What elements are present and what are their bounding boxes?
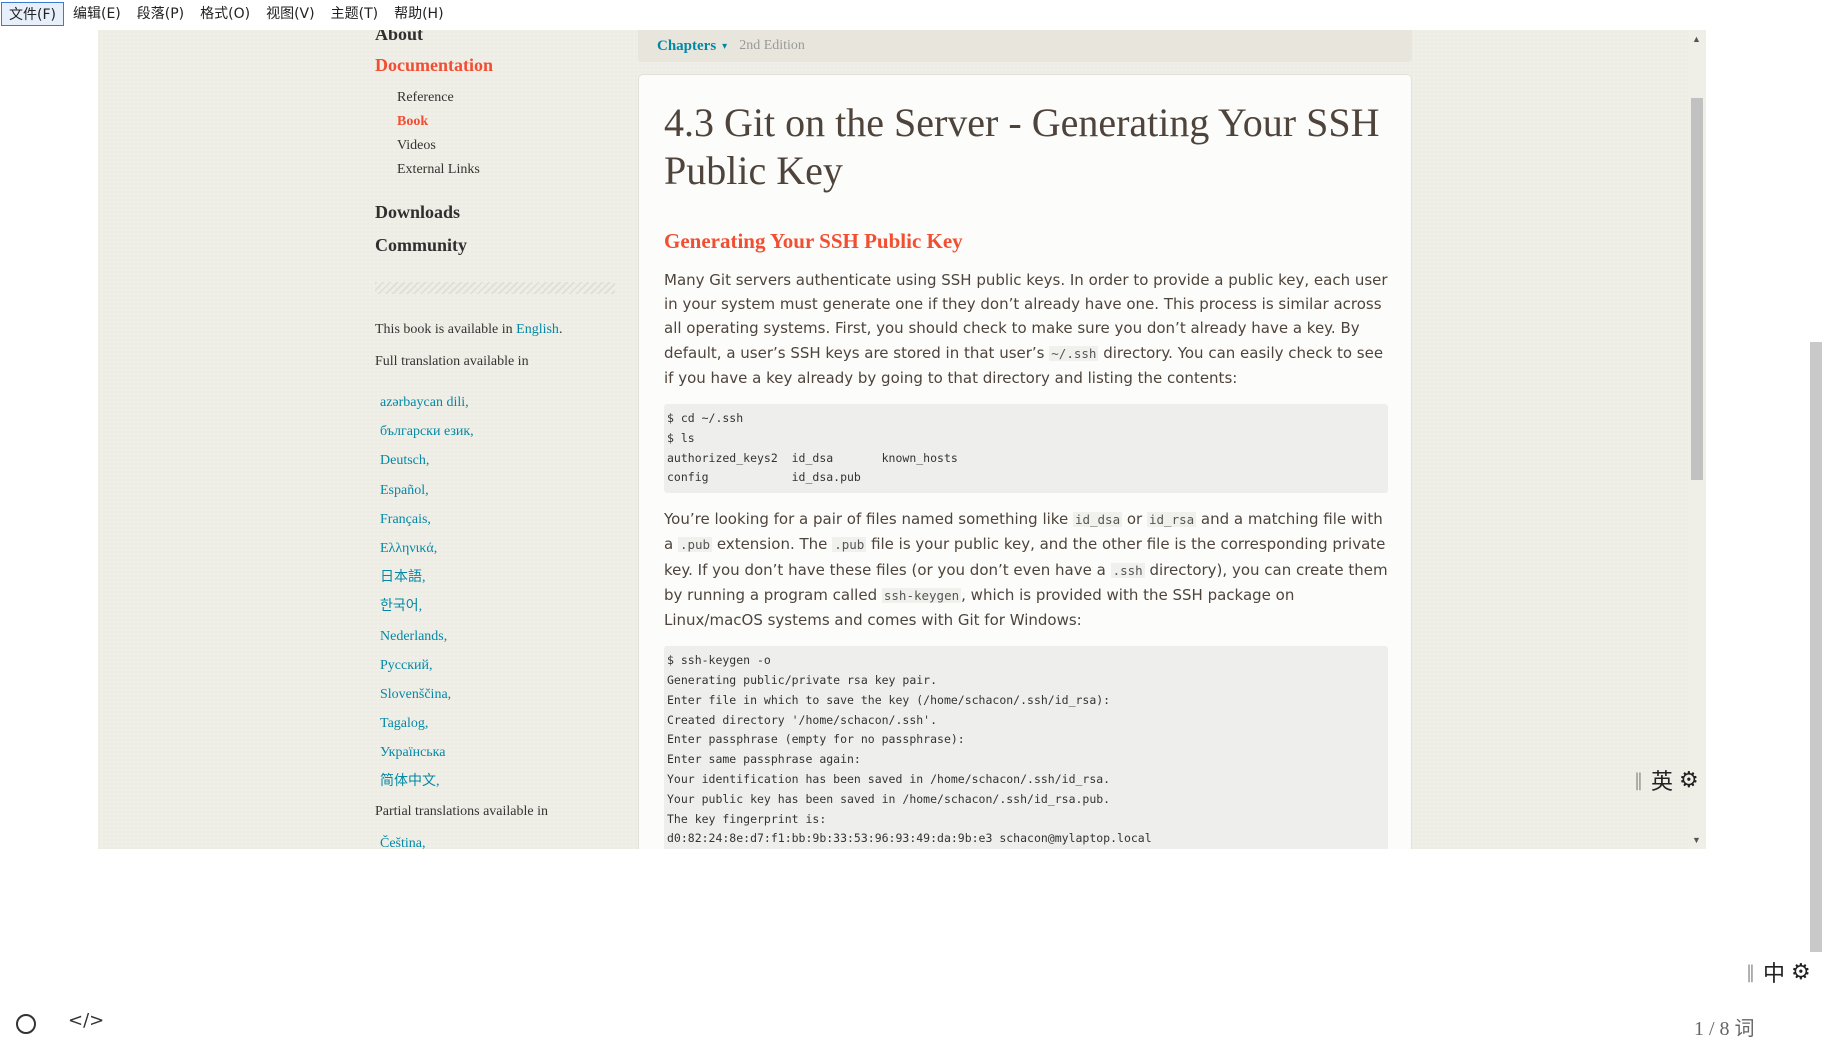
ime-toolbar-outer: ‖ 中 ⚙ (1742, 954, 1815, 990)
word-count: 1 / 8 词 (1694, 1018, 1755, 1040)
lang-greek[interactable]: Ελληνικά, (380, 534, 474, 563)
lang-korean[interactable]: 한국어, (380, 592, 474, 621)
menu-theme[interactable]: 主题(T) (324, 2, 385, 26)
inline-code: .pub (832, 537, 867, 553)
book-content: 4.3 Git on the Server - Generating Your … (638, 74, 1412, 849)
availability-text: This book is available in English. (375, 322, 562, 338)
menu-paragraph[interactable]: 段落(P) (130, 2, 191, 26)
inline-code: .pub (677, 537, 713, 553)
menu-bar: 文件(F) 编辑(E) 段落(P) 格式(O) 视图(V) 主题(T) 帮助(H… (0, 0, 1822, 28)
ime-language-toggle[interactable]: 英 (1651, 764, 1673, 796)
lang-russian[interactable]: Русский, (380, 651, 474, 680)
editor-scroll-thumb[interactable] (1810, 342, 1822, 952)
subnav-book[interactable]: Book (397, 110, 480, 134)
section-heading: Generating Your SSH Public Key (664, 229, 963, 253)
text-run: You’re looking for a pair of files named… (664, 510, 1073, 529)
edition-label: 2nd Edition (739, 38, 805, 53)
chapters-bar: Chapters ▾ 2nd Edition (638, 30, 1412, 62)
menu-view[interactable]: 视图(V) (259, 2, 322, 26)
inline-code: ssh-keygen (881, 587, 962, 603)
page-viewport: About Documentation Reference Book Video… (98, 30, 1706, 849)
inline-code: .ssh (1110, 562, 1145, 578)
lang-dutch[interactable]: Nederlands, (380, 622, 474, 651)
full-translation-label: Full translation available in (375, 354, 529, 369)
chevron-down-icon[interactable]: ▾ (722, 41, 727, 52)
english-link[interactable]: English (516, 322, 559, 337)
drag-handle-icon[interactable]: ‖ (1746, 962, 1755, 983)
menu-format[interactable]: 格式(O) (193, 2, 257, 26)
sidebar-divider (375, 282, 615, 294)
gear-icon[interactable]: ⚙ (1791, 960, 1811, 985)
documentation-subnav: Reference Book Videos External Links (397, 86, 480, 182)
source-code-icon[interactable]: </> (68, 1010, 104, 1031)
text-run: extension. The (712, 535, 833, 554)
subnav-external-links[interactable]: External Links (397, 158, 480, 182)
lang-ukrainian[interactable]: Українська (380, 738, 474, 767)
availability-suffix: . (558, 322, 563, 337)
nav-downloads[interactable]: Downloads (375, 202, 460, 223)
nav-documentation[interactable]: Documentation (375, 55, 493, 76)
chapters-dropdown[interactable]: Chapters (657, 38, 716, 55)
circle-icon[interactable] (16, 1014, 36, 1034)
ime-toolbar-inner: ‖ 英 ⚙ (1634, 764, 1699, 796)
menu-help[interactable]: 帮助(H) (387, 2, 450, 26)
scroll-thumb[interactable] (1691, 98, 1703, 480)
nav-community[interactable]: Community (375, 235, 467, 256)
lang-slovenian[interactable]: Slovenščina, (380, 680, 474, 709)
text-run: or (1122, 510, 1147, 529)
lang-azerbaijani[interactable]: azərbaycan dili, (380, 388, 474, 417)
lang-simplified-chinese[interactable]: 简体中文, (380, 767, 474, 796)
code-block-ls: $ cd ~/.ssh $ ls authorized_keys2 id_dsa… (664, 404, 1388, 494)
lang-spanish[interactable]: Español, (380, 476, 474, 505)
ime-language-toggle[interactable]: 中 (1763, 956, 1785, 988)
lang-french[interactable]: Français, (380, 505, 474, 534)
lang-german[interactable]: Deutsch, (380, 446, 474, 475)
inline-code: ~/.ssh (1049, 345, 1099, 361)
menu-file[interactable]: 文件(F) (1, 2, 64, 26)
inline-code: id_rsa (1147, 512, 1197, 528)
language-list: azərbaycan dili, български език, Deutsch… (380, 388, 474, 797)
menu-edit[interactable]: 编辑(E) (66, 2, 128, 26)
scroll-up-icon[interactable]: ▲ (1692, 34, 1701, 44)
subnav-videos[interactable]: Videos (397, 134, 480, 158)
code-block-ssh-keygen: $ ssh-keygen -o Generating public/privat… (664, 646, 1388, 849)
inline-code: id_dsa (1072, 512, 1123, 528)
partial-translation-label: Partial translations available in (375, 804, 549, 819)
drag-handle-icon[interactable]: ‖ (1634, 770, 1643, 791)
gear-icon[interactable]: ⚙ (1679, 768, 1699, 793)
paragraph-keypair: You’re looking for a pair of files named… (664, 507, 1390, 632)
lang-tagalog[interactable]: Tagalog, (380, 709, 474, 738)
lang-czech[interactable]: Čeština, (380, 836, 426, 849)
scroll-down-icon[interactable]: ▼ (1692, 835, 1701, 845)
nav-about[interactable]: About (375, 30, 423, 45)
subnav-reference[interactable]: Reference (397, 86, 480, 110)
availability-prefix: This book is available in (375, 322, 517, 337)
lang-bulgarian[interactable]: български език, (380, 417, 474, 446)
page-title: 4.3 Git on the Server - Generating Your … (664, 100, 1380, 193)
page-scrollbar[interactable]: ▲ ▼ (1688, 30, 1706, 849)
paragraph-intro: Many Git servers authenticate using SSH … (664, 268, 1390, 390)
lang-japanese[interactable]: 日本語, (380, 563, 474, 592)
